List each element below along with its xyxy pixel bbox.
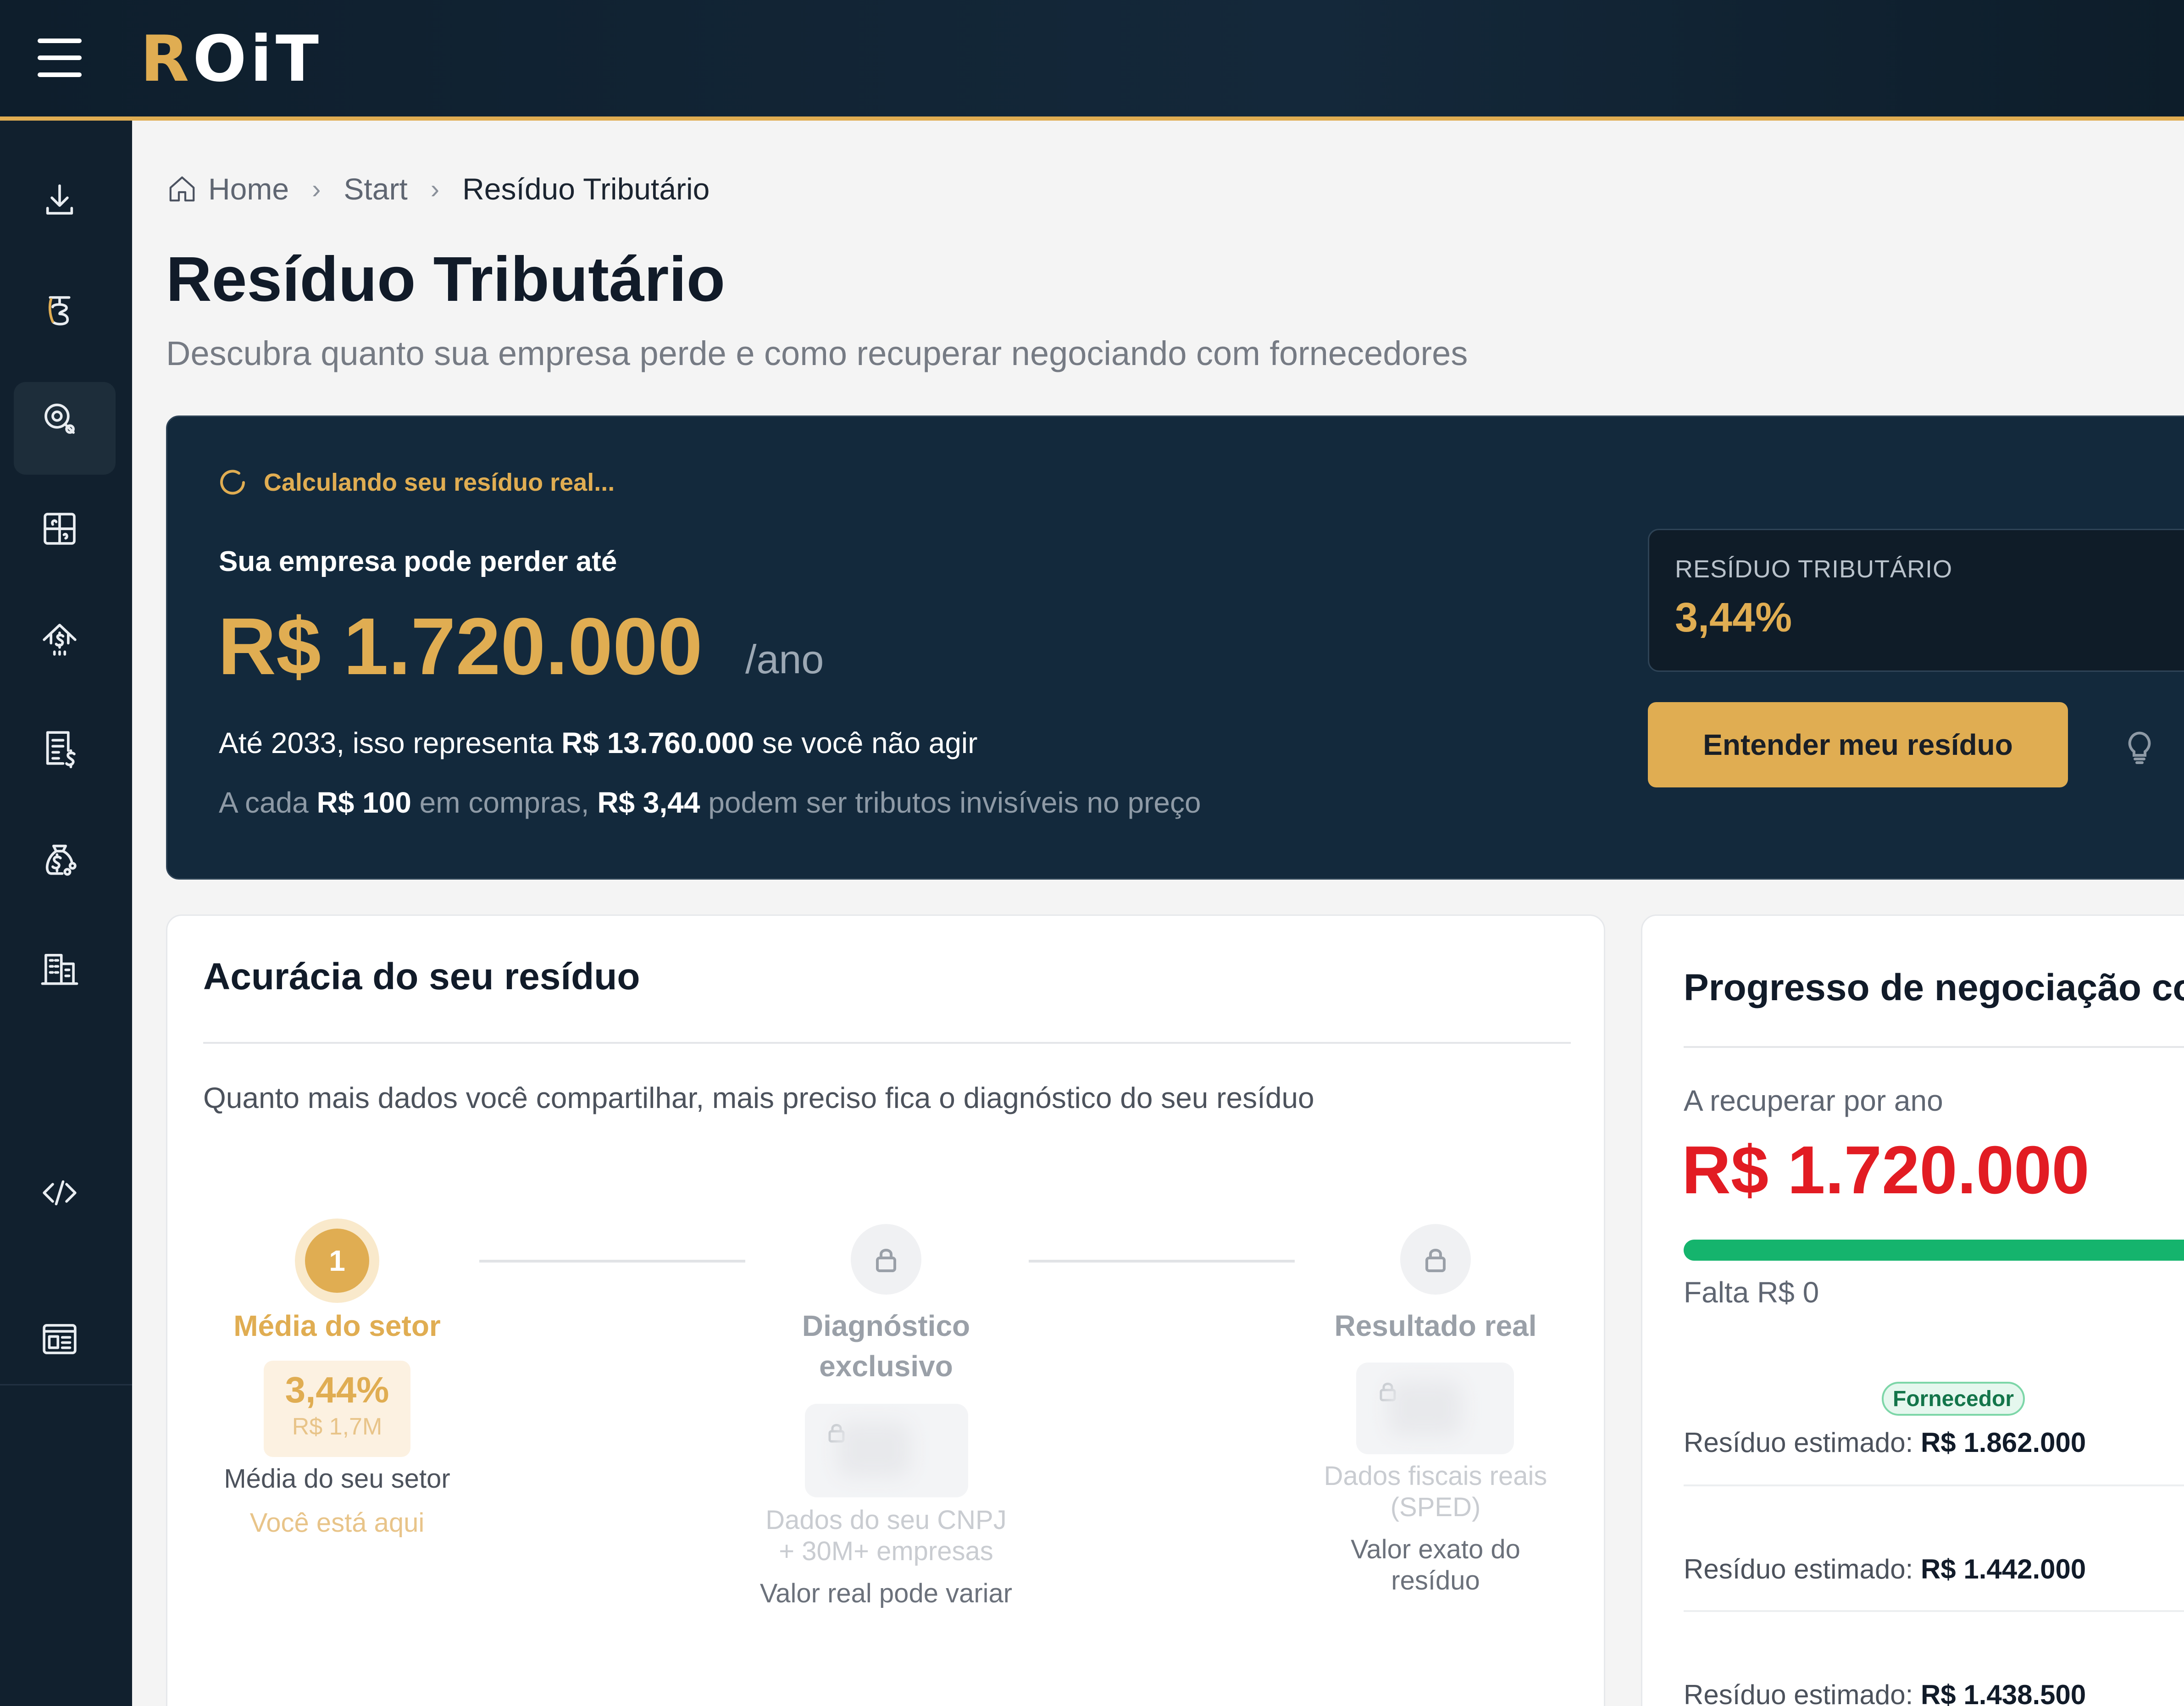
step-1-indicator[interactable]: 1: [295, 1219, 379, 1303]
residuo-icon[interactable]: [36, 286, 83, 333]
residuo-rate-value: 3,44%: [1675, 595, 1792, 641]
accuracy-title: Acurácia do seu resíduo: [203, 956, 640, 997]
search-gear-icon[interactable]: [36, 395, 83, 443]
estimated-residuo-row[interactable]: Resíduo estimado: R$ 1.862.000: [1684, 1427, 2086, 1458]
invisible-tax-text: A cada R$ 100 em compras, R$ 3,44 podem …: [219, 786, 1201, 819]
step-3-title: Resultado real: [1334, 1309, 1537, 1342]
step-connector: [1029, 1260, 1295, 1263]
top-bar: ROiT: [0, 0, 2184, 121]
dashboard-icon[interactable]: [36, 1315, 83, 1363]
step-1-stat: 3,44% R$ 1,7M: [264, 1361, 410, 1457]
row-divider: [1684, 1610, 2184, 1612]
calculating-status: Calculando seu resíduo real...: [219, 468, 615, 497]
chevron-right-icon: ›: [430, 174, 440, 204]
lock-icon: [1425, 1249, 1446, 1272]
step-1-caption: Média do seu setor: [224, 1464, 450, 1494]
code-icon[interactable]: [36, 1169, 83, 1217]
estimated-residuo-row[interactable]: Resíduo estimado: R$ 1.442.000: [1684, 1553, 2086, 1585]
step-connector: [479, 1260, 745, 1263]
lock-icon: [876, 1249, 896, 1272]
understand-residuo-button[interactable]: Entender meu resíduo: [1648, 702, 2068, 787]
accuracy-card: Acurácia do seu resíduo Quanto mais dado…: [166, 914, 1605, 1706]
step-1-amount: R$ 1,7M: [292, 1413, 382, 1440]
recover-label: A recuperar por ano: [1684, 1084, 1943, 1117]
page-subtitle: Descubra quanto sua empresa perde e como…: [166, 334, 1468, 372]
step-1-title: Média do setor: [233, 1309, 441, 1342]
hero-panel: Calculando seu resíduo real... Sua empre…: [166, 415, 2184, 880]
residuo-rate-box: RESÍDUO TRIBUTÁRIO 3,44%: [1648, 529, 2184, 672]
upload-money-icon[interactable]: [36, 615, 83, 663]
step-3-locked-value: [1356, 1363, 1514, 1454]
remaining-text: Falta R$ 0: [1684, 1276, 1819, 1309]
row-divider: [1684, 1484, 2184, 1486]
breadcrumb-current: Resíduo Tributário: [462, 172, 710, 206]
step-2-source: Dados do seu CNPJ + 30M+ empresas: [765, 1505, 1007, 1566]
calculating-text: Calculando seu resíduo real...: [264, 469, 615, 496]
page-title: Resíduo Tributário: [166, 244, 726, 315]
step-3-indicator[interactable]: [1400, 1224, 1471, 1295]
supplier-badge: Fornecedor: [1882, 1382, 2025, 1416]
home-icon[interactable]: [166, 173, 198, 205]
download-icon[interactable]: [36, 176, 83, 223]
header-accent-line: [0, 116, 2184, 121]
negotiation-progress-card: Progresso de negociação co A recuperar p…: [1641, 914, 2184, 1706]
progress-bar: [1684, 1240, 2184, 1261]
lightbulb-icon[interactable]: [2123, 728, 2156, 764]
projection-text: Até 2033, isso representa R$ 13.760.000 …: [219, 726, 978, 759]
money-bag-icon[interactable]: [36, 834, 83, 882]
puzzle-money-icon[interactable]: [36, 505, 83, 553]
card-divider: [203, 1042, 1571, 1044]
roit-logo[interactable]: ROiT: [140, 25, 322, 94]
step-2-title: Diagnóstico exclusivo: [802, 1309, 970, 1383]
sidebar: [0, 121, 132, 1706]
breadcrumb-start[interactable]: Start: [344, 172, 407, 206]
accuracy-description: Quanto mais dados você compartilhar, mai…: [203, 1081, 1314, 1114]
sidebar-divider: [0, 1384, 132, 1385]
step-1-percentage: 3,44%: [285, 1369, 389, 1410]
buildings-icon[interactable]: [36, 944, 83, 992]
breadcrumb: Home › Start › Resíduo Tributário: [166, 171, 710, 207]
step-3-source: Dados fiscais reais (SPED): [1324, 1461, 1547, 1522]
residuo-rate-label: RESÍDUO TRIBUTÁRIO: [1675, 555, 1953, 583]
step-1-note: Você está aqui: [249, 1508, 425, 1538]
spinner-icon: [220, 470, 245, 495]
loss-amount: R$ 1.720.000: [218, 602, 703, 692]
estimated-residuo-row[interactable]: Resíduo estimado: R$ 1.438.500: [1684, 1679, 2086, 1706]
recover-amount: R$ 1.720.000: [1682, 1132, 2090, 1208]
menu-icon[interactable]: [38, 39, 82, 77]
card-divider: [1684, 1046, 2184, 1048]
loss-unit: /ano: [745, 637, 824, 682]
step-3-caption: Valor exato do resíduo: [1351, 1534, 1520, 1595]
invoice-icon[interactable]: [36, 724, 83, 772]
breadcrumb-home[interactable]: Home: [208, 172, 289, 206]
step-2-locked-value: [805, 1404, 968, 1497]
loss-label: Sua empresa pode perder até: [219, 546, 617, 577]
step-2-indicator[interactable]: [851, 1224, 921, 1295]
progress-title: Progresso de negociação co: [1684, 967, 2184, 1008]
projection-value: R$ 13.760.000: [561, 726, 754, 759]
step-2-caption: Valor real pode variar: [759, 1579, 1013, 1608]
step-1-number: 1: [305, 1229, 369, 1293]
chevron-right-icon: ›: [312, 174, 321, 204]
